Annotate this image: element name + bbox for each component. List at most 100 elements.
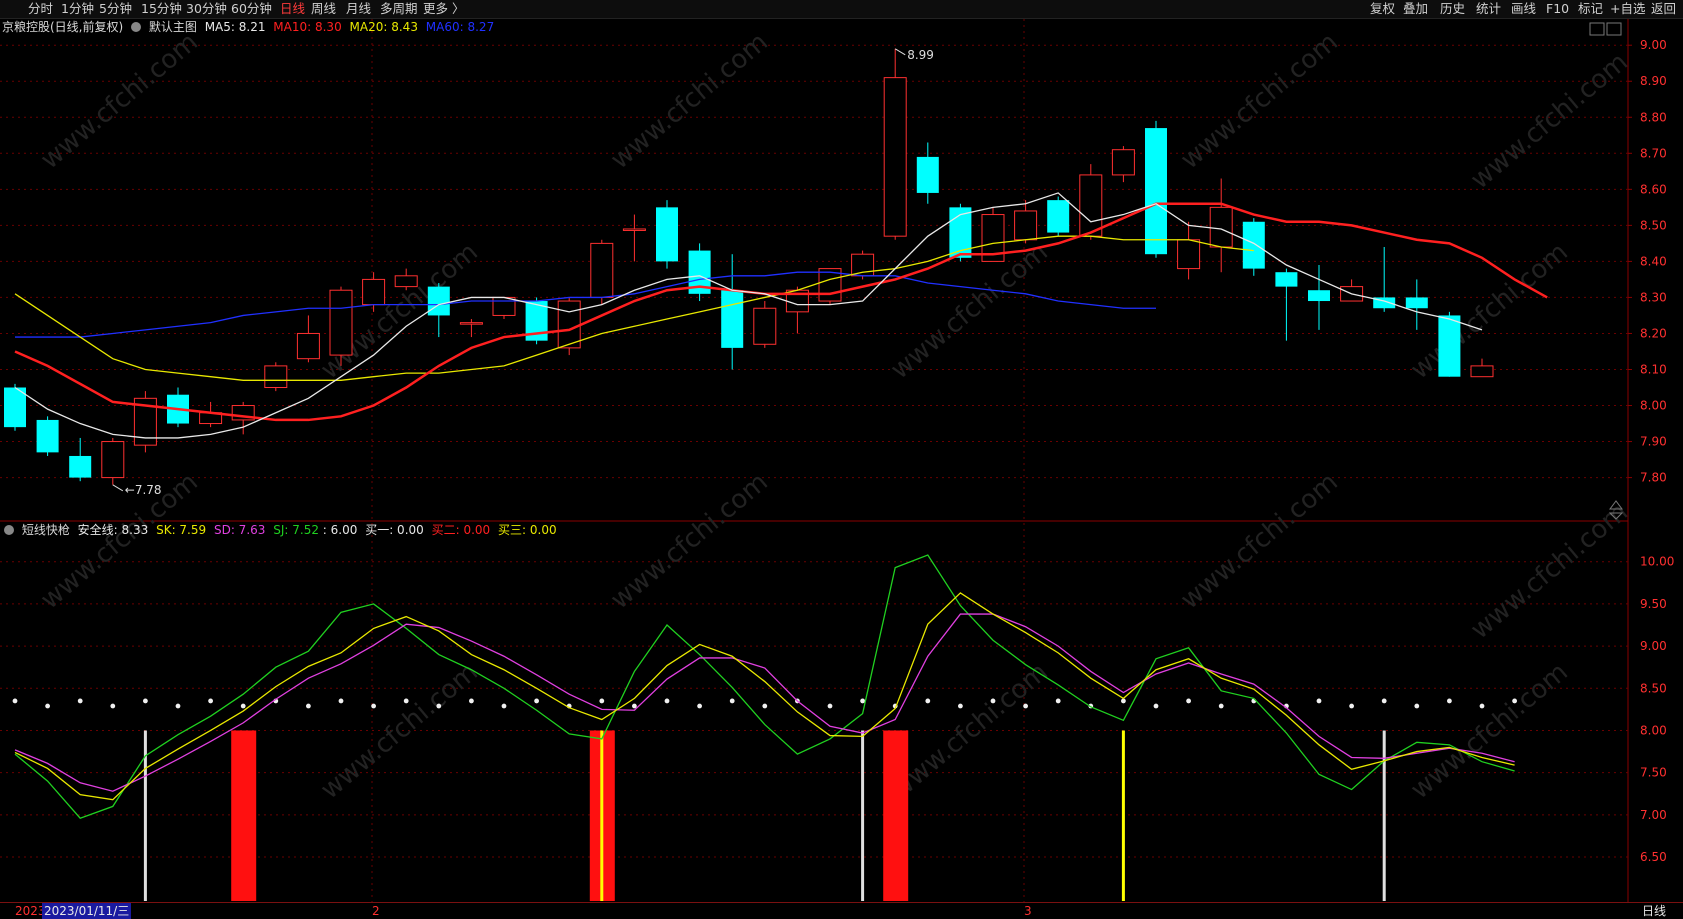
watermark-text: www.cfchi.com <box>885 657 1054 805</box>
safe-line-dot <box>664 698 670 704</box>
watermark-text: www.cfchi.com <box>605 27 774 175</box>
month-label-2: 2 <box>372 904 380 918</box>
sub-tick-label: 9.00 <box>1640 639 1667 653</box>
candle-body-up <box>753 307 777 345</box>
candle-body-up <box>329 289 353 356</box>
safe-line-dot <box>1316 698 1322 704</box>
safe-line-dot <box>306 703 311 709</box>
safe-line-dot <box>501 703 507 709</box>
candle-body-up <box>1177 239 1201 270</box>
main-tick-label: 8.80 <box>1640 110 1667 124</box>
safe-line-dot <box>990 698 996 704</box>
kline-chart: 9.00 8.90 8.80 8.70 8.60 8.50 8.40 8.30 8.20 8.10… <box>0 19 1674 902</box>
buy1-value: 买一: 0.00 <box>365 523 424 537</box>
candle-body-down <box>1308 290 1330 302</box>
safe-line-dot <box>1055 698 1061 704</box>
date-cursor-label: 2023/01/11/三 <box>42 903 132 919</box>
candle-body-up <box>1014 210 1038 241</box>
safe-line-dot <box>599 698 605 704</box>
main-tick-label: 8.30 <box>1640 290 1667 304</box>
safe-line-dot <box>534 698 539 704</box>
safe-line-dot <box>371 703 376 709</box>
high-marker <box>894 48 906 56</box>
candle-body-down <box>36 419 59 453</box>
sd-value: SD: 7.63 <box>213 523 266 537</box>
stock-title[interactable]: 京粮控股(日线,前复权) <box>2 20 123 34</box>
sk-value: SK: 7.59 <box>156 523 207 537</box>
sub-tick-label: 7.00 <box>1640 808 1667 822</box>
watermark-text: www.cfchi.com <box>1465 47 1634 195</box>
indicator-title[interactable]: 短线快枪 <box>22 523 70 537</box>
safe-line-dot <box>1023 703 1028 709</box>
safe-line-dot <box>1447 698 1452 704</box>
main-tick-label: 7.80 <box>1640 471 1667 485</box>
period-label[interactable]: 日线 <box>1642 903 1666 919</box>
safe-line-dot <box>175 703 181 709</box>
safe-line-dot <box>110 703 116 709</box>
candle-body-down <box>721 290 744 348</box>
candle-body-up <box>1470 365 1494 378</box>
template-chevron-icon[interactable] <box>131 22 142 32</box>
safe-line-dot <box>1153 703 1159 709</box>
safe-line-dot <box>1218 703 1224 709</box>
watermark-text: www.cfchi.com <box>1405 657 1574 805</box>
safe-line-dot <box>1479 703 1485 709</box>
safe-line-dot <box>1512 698 1517 704</box>
safe-line-dot <box>240 703 246 709</box>
safe-line-dot <box>403 698 409 704</box>
main-tick-label: 8.50 <box>1640 218 1667 232</box>
main-tick-label: 8.60 <box>1640 182 1667 196</box>
candle-body-up <box>296 332 320 360</box>
sub-tick-label: 8.00 <box>1640 723 1667 737</box>
watermark-text: www.cfchi.com <box>1405 237 1574 385</box>
candle-body-down <box>656 207 678 262</box>
candle-body-up <box>362 278 386 306</box>
watermark-text: www.cfchi.com <box>1465 497 1634 645</box>
candle-body-up <box>1111 149 1135 176</box>
high-label: 8.99 <box>907 48 934 62</box>
sub-tick-label: 7.50 <box>1640 766 1667 780</box>
candle-body-up <box>590 242 614 298</box>
safe-line-dot <box>632 703 637 709</box>
panel-max-icon <box>1606 22 1622 36</box>
safe-line-dot <box>925 698 931 704</box>
watermark-text: www.cfchi.com <box>885 237 1054 385</box>
main-tick-label: 7.90 <box>1640 435 1667 449</box>
watermark-text: www.cfchi.com <box>315 657 484 805</box>
main-tick-label: 8.70 <box>1640 146 1667 160</box>
sub-tick-label: 10.00 <box>1640 555 1674 569</box>
main-tick-label: 8.90 <box>1640 74 1667 88</box>
safe-line-dot <box>1381 698 1387 704</box>
low-label: ←7.78 <box>125 483 162 497</box>
indicator-chevron-icon[interactable] <box>4 525 14 535</box>
safe-line-dot <box>762 703 768 709</box>
safe-line-dot <box>1349 703 1354 709</box>
candle-body-down <box>1438 315 1461 377</box>
candle-body-up <box>101 441 125 479</box>
sub-legend: 短线快枪 安全线: 8.33 SK: 7.59 SD: 7.63 SJ: 7.5… <box>2 522 557 538</box>
candle-body-down <box>916 156 939 193</box>
candle-body-up <box>394 275 418 288</box>
safe-line-dot <box>45 703 50 709</box>
buy2-value: 买二: 0.00 <box>431 523 491 537</box>
ma10-line <box>14 202 1548 422</box>
safe-line-dot <box>860 698 865 704</box>
low-marker <box>112 484 124 492</box>
month-label-3: 3 <box>1024 904 1032 918</box>
candle-body-up <box>883 77 907 237</box>
sj-value: SJ: 7.52 <box>273 523 319 537</box>
buy3-value: 买三: 0.00 <box>498 523 557 537</box>
candle-body-down <box>4 387 26 428</box>
safe-line-dot <box>143 698 148 704</box>
main-tick-label: 8.10 <box>1640 362 1667 376</box>
main-tick-label: 8.40 <box>1640 254 1667 268</box>
safe-line-dot <box>12 698 18 704</box>
safe-line-dot <box>1414 703 1420 709</box>
sub-tick-label: 6.50 <box>1640 850 1667 864</box>
candle-body-up <box>459 322 483 325</box>
template-name[interactable]: 默认主图 <box>149 20 197 34</box>
safe-line-dot <box>827 703 833 709</box>
safe-line-dot <box>1186 698 1191 704</box>
ma20-value: MA20: 8.43 <box>349 20 418 34</box>
main-tick-label: 8.20 <box>1640 326 1667 340</box>
